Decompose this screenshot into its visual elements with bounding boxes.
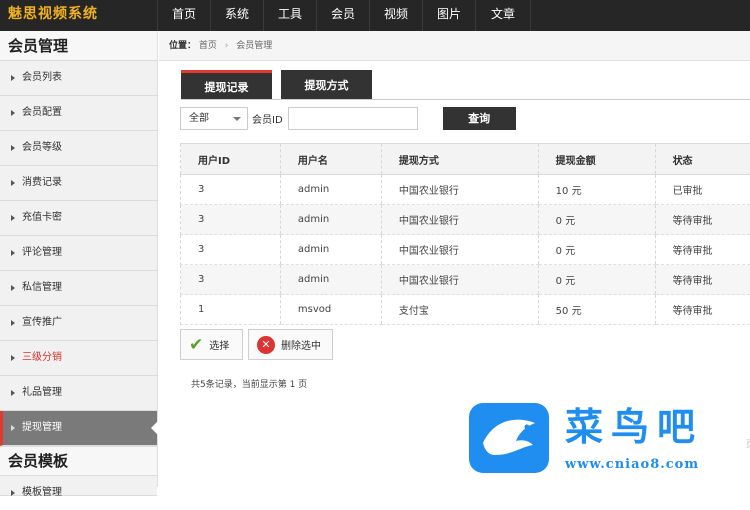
topnav-article[interactable]: 文章 [476,0,531,31]
sidebar-item-distribution[interactable]: 三级分销 [0,341,157,376]
tab-withdraw-methods[interactable]: 提现方式 [281,70,372,100]
topnav-tools[interactable]: 工具 [264,0,317,31]
breadcrumb-separator: › [225,41,229,51]
app-logo: 魅思视频系统 [0,0,158,31]
top-bar: 魅思视频系统 首页 系统 工具 会员 视频 图片 文章 [0,0,750,31]
member-id-label: 会员ID [252,111,283,126]
main-content: 位置： 首页 › 会员管理 提现记录 提现方式 全部 会员ID 查询 用户ID … [159,31,750,487]
topnav-member[interactable]: 会员 [317,0,370,31]
delete-button-label: 删除选中 [281,337,321,352]
cell-method: 中国农业银行 [381,235,538,265]
topnav-home[interactable]: 首页 [158,0,211,31]
cell-user-id: 3 [181,235,281,265]
table-row[interactable]: 1 msvod 支付宝 50 元 等待审批 [181,295,750,325]
table-row[interactable]: 3 admin 中国农业银行 0 元 等待审批 [181,235,750,265]
pagination-summary: 共5条记录，当前显示第 1 页 [191,377,307,390]
cell-method: 中国农业银行 [381,205,538,235]
sidebar-section-template: 会员模板 [0,446,157,476]
sidebar-item-messages[interactable]: 私信管理 [0,271,157,306]
sidebar-item-consumption[interactable]: 消费记录 [0,166,157,201]
cell-amount: 0 元 [538,235,655,265]
filter-bar: 全部 会员ID 查询 [180,107,516,130]
sidebar-item-member-level[interactable]: 会员等级 [0,131,157,166]
cell-method: 中国农业银行 [381,175,538,205]
watermark-text: 菜鸟吧 [565,405,703,449]
breadcrumb-home[interactable]: 首页 [199,41,217,51]
delete-icon: ✕ [257,336,275,354]
table-row[interactable]: 3 admin 中国农业银行 0 元 等待审批 [181,265,750,295]
cell-username: admin [280,205,381,235]
cell-amount: 10 元 [538,175,655,205]
watermark-url: www.cniao8.com [565,457,699,472]
delete-selected-button[interactable]: ✕ 删除选中 [248,329,333,360]
status-select[interactable]: 全部 [180,107,248,130]
withdraw-table: 用户ID 用户名 提现方式 提现金额 状态 3 admin 中国农业银行 10 … [180,143,750,325]
sidebar-item-recharge-card[interactable]: 充值卡密 [0,201,157,236]
table-header-row: 用户ID 用户名 提现方式 提现金额 状态 [181,144,750,175]
sidebar-section-member: 会员管理 [0,31,157,61]
breadcrumb: 位置： 首页 › 会员管理 [159,31,750,61]
column-header-status[interactable]: 状态 [655,144,750,175]
top-nav: 首页 系统 工具 会员 视频 图片 文章 [158,0,531,31]
tab-divider [181,99,750,100]
tab-withdraw-records[interactable]: 提现记录 [181,70,272,100]
cell-amount: 0 元 [538,205,655,235]
cell-user-id: 3 [181,205,281,235]
cell-amount: 50 元 [538,295,655,325]
chevron-down-icon [233,117,241,121]
sidebar: 会员管理 会员列表 会员配置 会员等级 消费记录 充值卡密 评论管理 私信管理 … [0,31,158,487]
cell-user-id: 3 [181,265,281,295]
checkmark-icon: ✔ [189,336,203,354]
breadcrumb-prefix: 位置： [169,41,196,51]
edge-text: 页 [746,437,750,450]
cell-method: 中国农业银行 [381,265,538,295]
cell-status: 等待审批 [655,265,750,295]
cell-username: admin [280,175,381,205]
breadcrumb-current: 会员管理 [236,41,272,51]
member-id-input[interactable] [288,107,418,130]
column-header-user-id[interactable]: 用户ID [181,144,281,175]
cell-user-id: 3 [181,175,281,205]
cell-status: 已审批 [655,175,750,205]
topnav-video[interactable]: 视频 [370,0,423,31]
cell-username: msvod [280,295,381,325]
column-header-username[interactable]: 用户名 [280,144,381,175]
sidebar-item-gifts[interactable]: 礼品管理 [0,376,157,411]
cell-amount: 0 元 [538,265,655,295]
query-button[interactable]: 查询 [443,107,516,130]
column-header-amount[interactable]: 提现金额 [538,144,655,175]
cell-username: admin [280,265,381,295]
watermark: 菜鸟吧 www.cniao8.com 页 [469,401,750,487]
sidebar-item-comments[interactable]: 评论管理 [0,236,157,271]
status-select-value: 全部 [189,113,209,124]
cell-username: admin [280,235,381,265]
sidebar-item-member-config[interactable]: 会员配置 [0,96,157,131]
sidebar-item-template-manage[interactable]: 模板管理 [0,476,157,496]
topnav-system[interactable]: 系统 [211,0,264,31]
sidebar-item-promotion[interactable]: 宣传推广 [0,306,157,341]
topnav-image[interactable]: 图片 [423,0,476,31]
cell-method: 支付宝 [381,295,538,325]
table-row[interactable]: 3 admin 中国农业银行 0 元 等待审批 [181,205,750,235]
tab-bar: 提现记录 提现方式 [181,70,381,100]
cell-user-id: 1 [181,295,281,325]
action-bar: ✔ 选择 ✕ 删除选中 [180,329,338,360]
bird-logo-icon [469,403,549,473]
column-header-method[interactable]: 提现方式 [381,144,538,175]
sidebar-item-withdraw[interactable]: 提现管理 [0,411,157,446]
select-button[interactable]: ✔ 选择 [180,329,243,360]
select-button-label: 选择 [209,337,229,352]
sidebar-item-member-list[interactable]: 会员列表 [0,61,157,96]
cell-status: 等待审批 [655,295,750,325]
cell-status: 等待审批 [655,205,750,235]
table-row[interactable]: 3 admin 中国农业银行 10 元 已审批 [181,175,750,205]
cell-status: 等待审批 [655,235,750,265]
